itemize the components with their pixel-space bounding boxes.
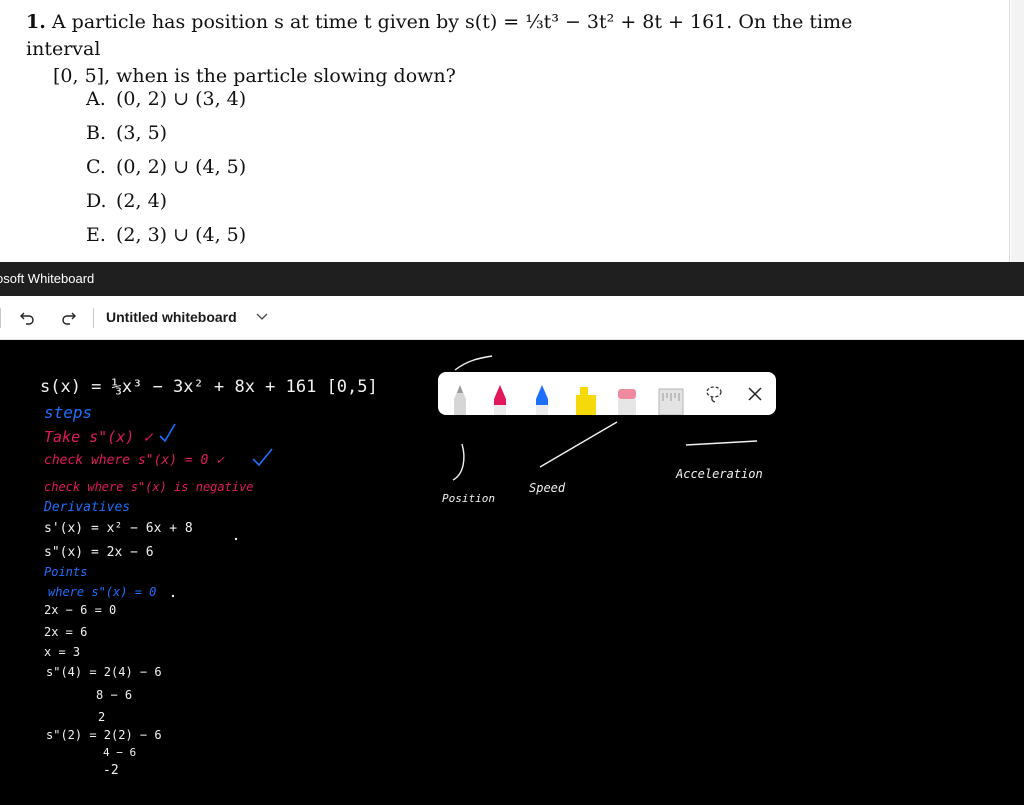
position-label: Position (442, 492, 495, 505)
close-icon[interactable] (744, 383, 766, 405)
blue-pen-tool[interactable] (532, 381, 552, 415)
question-stem: 1. A particle has position s at time t g… (26, 9, 926, 90)
choice-a: A. (0, 2) ∪ (3, 4) (86, 88, 247, 110)
choice-c: C. (0, 2) ∪ (4, 5) (86, 156, 247, 178)
toolbar-divider (93, 308, 94, 328)
whiteboard-toolbar: Untitled whiteboard (0, 296, 1024, 340)
undo-button[interactable] (15, 306, 39, 330)
chevron-down-icon[interactable] (254, 308, 270, 324)
pen-tray (438, 372, 776, 415)
position-curve (452, 443, 465, 481)
undo-icon (20, 312, 34, 325)
answer-choices: A. (0, 2) ∪ (3, 4) B. (3, 5) C. (0, 2) ∪ (4… (86, 82, 246, 252)
pink-pen-tool[interactable] (490, 381, 510, 415)
redo-button[interactable] (57, 306, 81, 330)
white-pen-tool[interactable] (450, 381, 470, 415)
acceleration-line (685, 440, 758, 446)
question-document: 1. A particle has position s at time t g… (0, 0, 1010, 262)
window-titlebar: osoft Whiteboard (0, 262, 1024, 296)
choice-d: D. (2, 4) (86, 190, 168, 212)
app-title: osoft Whiteboard (0, 271, 95, 286)
redo-icon (62, 312, 76, 325)
ink-dot (234, 537, 238, 541)
lasso-select-icon[interactable] (703, 383, 725, 405)
speed-label: Speed (529, 481, 566, 495)
position-curve-top (454, 355, 493, 371)
check-mark-1 (159, 423, 176, 443)
check-mark-2 (252, 448, 273, 467)
eraser-tool[interactable] (616, 381, 638, 415)
scrollbar-track[interactable] (1011, 0, 1024, 262)
speed-line (539, 421, 618, 468)
choice-e: E. (2, 3) ∪ (4, 5) (86, 224, 247, 246)
ruler-tool[interactable] (658, 381, 684, 415)
board-name[interactable]: Untitled whiteboard (106, 309, 237, 325)
toolbar-divider (0, 308, 1, 328)
question-number: 1. (26, 11, 46, 33)
question-stem-line1: A particle has position s at time t give… (26, 11, 853, 60)
ink-dot (171, 594, 175, 598)
acceleration-label: Acceleration (676, 467, 763, 481)
choice-b: B. (3, 5) (86, 122, 168, 144)
highlighter-tool[interactable] (574, 381, 598, 415)
